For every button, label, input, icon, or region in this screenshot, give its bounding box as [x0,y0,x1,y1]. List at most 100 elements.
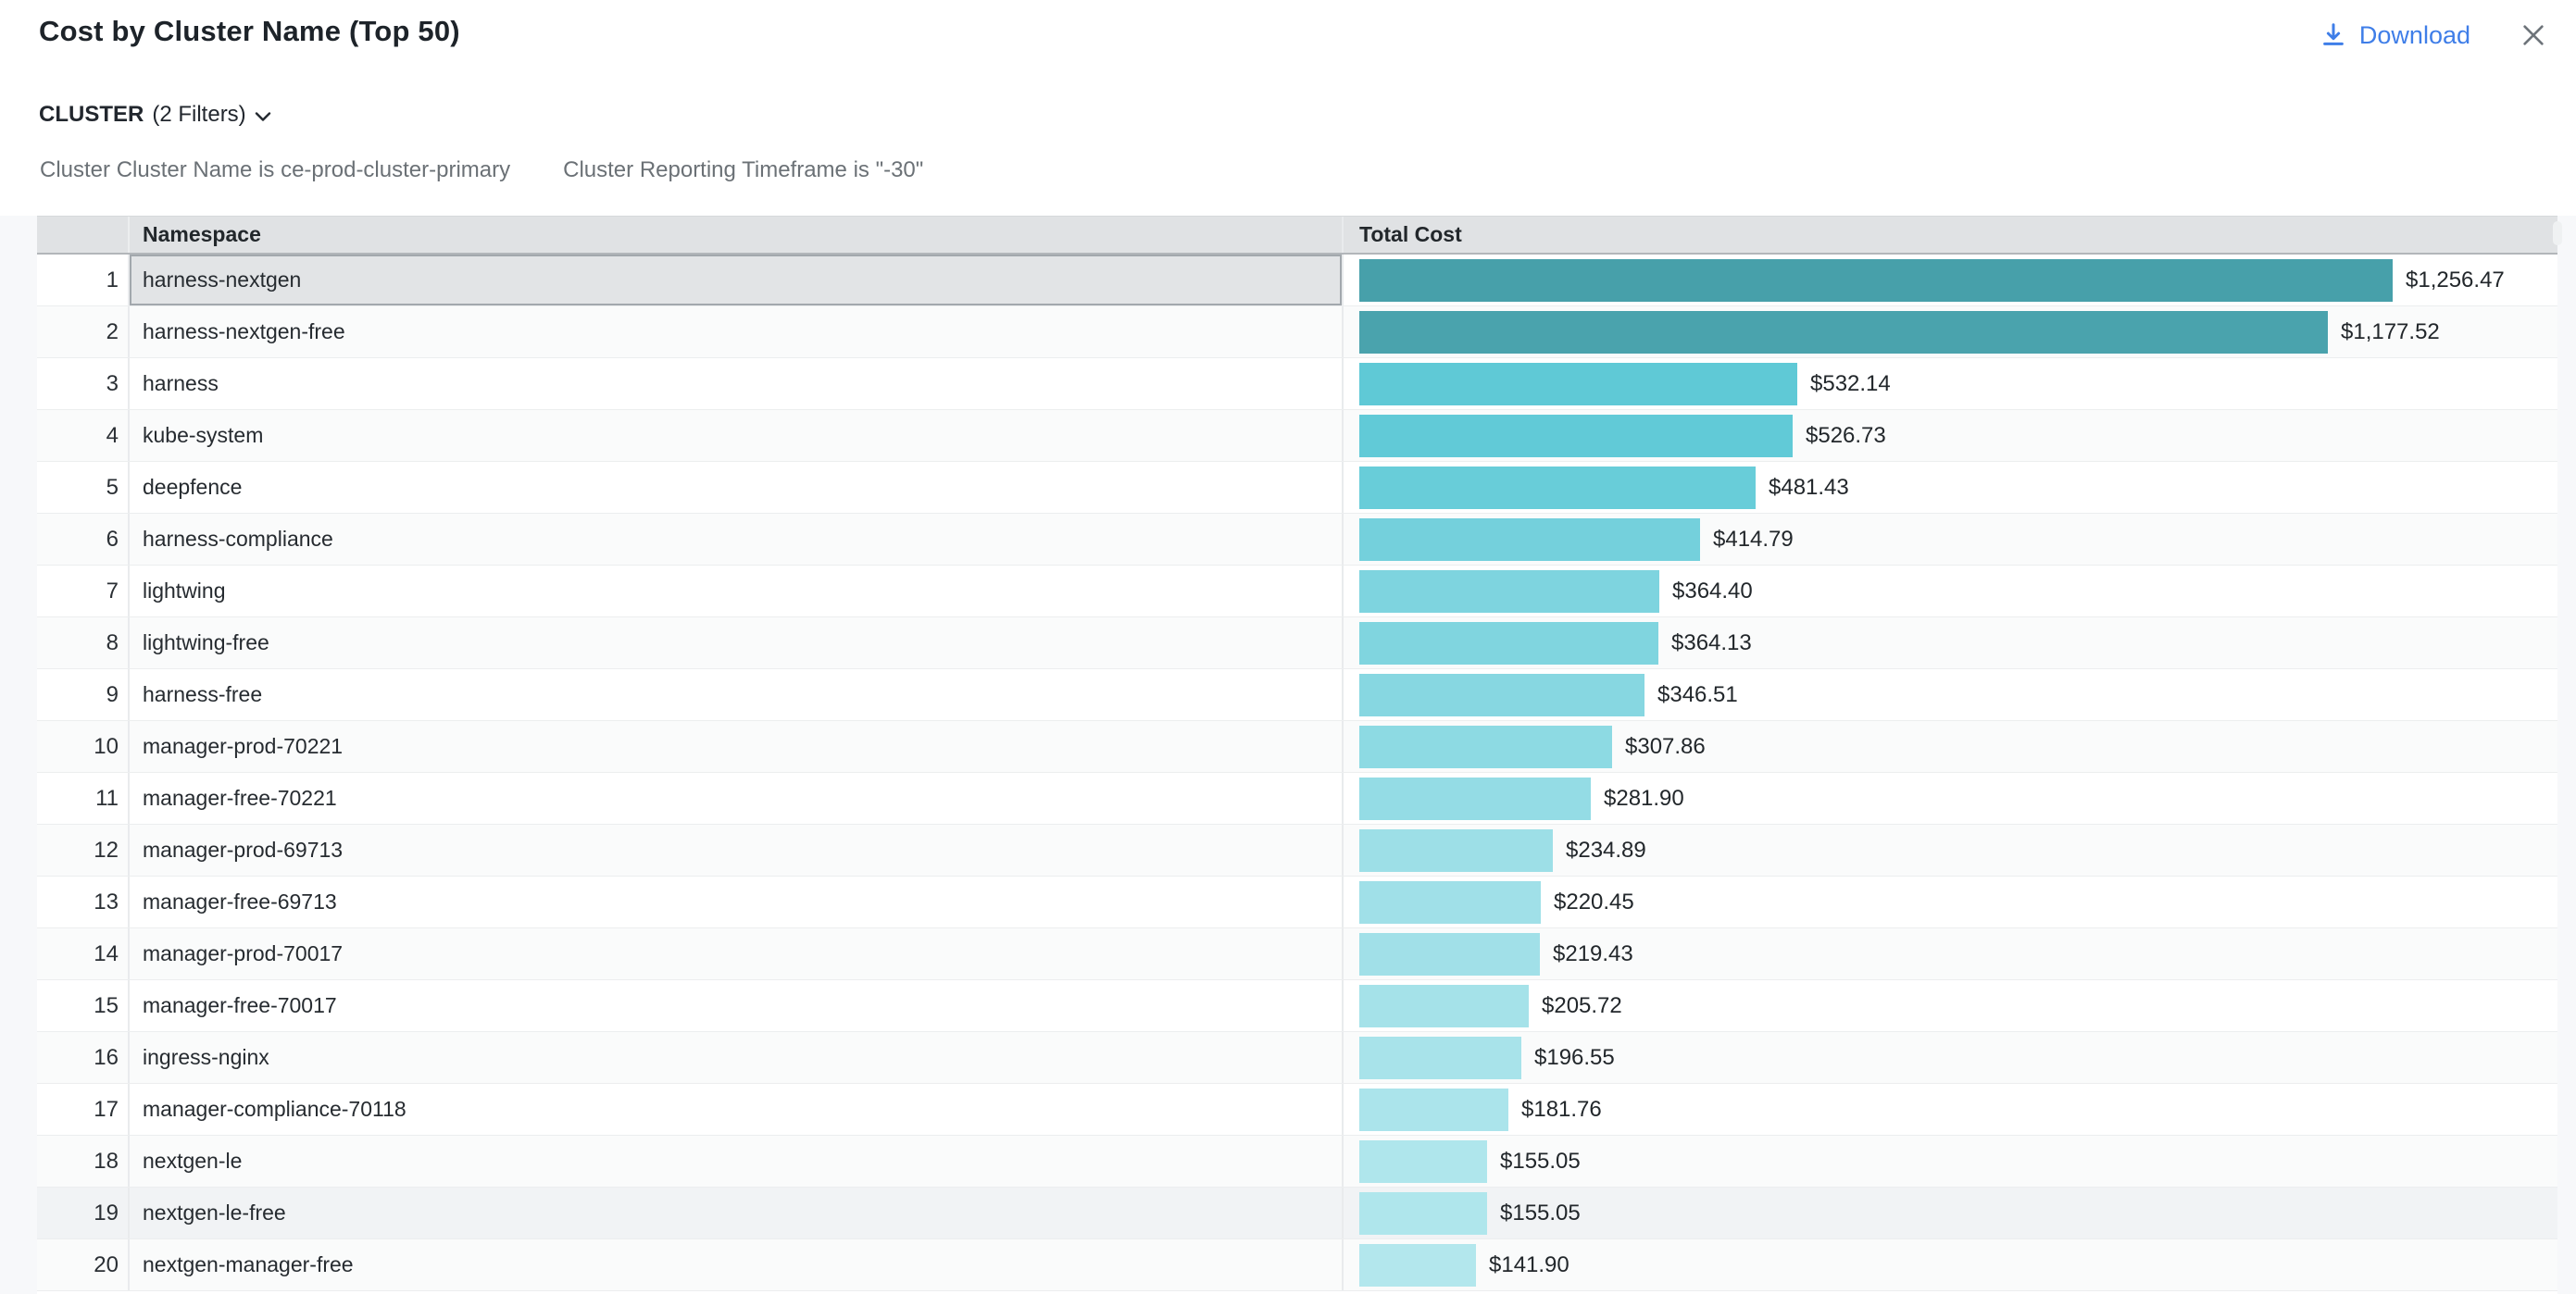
row-number-cell[interactable]: 17 [37,1084,130,1135]
cost-bar[interactable] [1359,518,1700,561]
total-cost-cell[interactable]: $481.43 [1344,462,2556,513]
cost-bar[interactable] [1359,1037,1521,1079]
namespace-cell[interactable]: nextgen-le [130,1136,1344,1187]
cost-bar[interactable] [1359,726,1612,768]
row-number-cell[interactable]: 1 [37,255,130,305]
close-button[interactable] [2519,20,2548,50]
cost-bar[interactable] [1359,259,2393,302]
row-number-cell[interactable]: 15 [37,980,130,1031]
row-number-cell[interactable]: 4 [37,410,130,461]
table-row[interactable]: 16 ingress-nginx $196.55 [37,1032,2557,1084]
cost-bar[interactable] [1359,467,1756,509]
namespace-cell[interactable]: harness-nextgen-free [130,306,1344,357]
table-row[interactable]: 6 harness-compliance $414.79 [37,514,2557,566]
total-cost-cell[interactable]: $364.40 [1344,566,2556,616]
total-cost-cell[interactable]: $205.72 [1344,980,2556,1031]
row-number-cell[interactable]: 13 [37,877,130,927]
cost-bar[interactable] [1359,674,1644,716]
table-row[interactable]: 1 harness-nextgen $1,256.47 [37,255,2557,306]
cost-bar[interactable] [1359,778,1591,820]
table-row[interactable]: 13 manager-free-69713 $220.45 [37,877,2557,928]
cost-bar[interactable] [1359,933,1540,976]
namespace-cell[interactable]: deepfence [130,462,1344,513]
row-number-cell[interactable]: 12 [37,825,130,876]
namespace-cell[interactable]: manager-free-69713 [130,877,1344,927]
table-row[interactable]: 9 harness-free $346.51 [37,669,2557,721]
row-number-cell[interactable]: 18 [37,1136,130,1187]
cost-bar[interactable] [1359,570,1659,613]
table-row[interactable]: 2 harness-nextgen-free $1,177.52 [37,306,2557,358]
namespace-cell[interactable]: harness-nextgen [130,255,1344,305]
namespace-cell[interactable]: kube-system [130,410,1344,461]
namespace-cell[interactable]: manager-free-70017 [130,980,1344,1031]
total-cost-cell[interactable]: $532.14 [1344,358,2556,409]
row-number-cell[interactable]: 10 [37,721,130,772]
total-cost-cell[interactable]: $364.13 [1344,617,2556,668]
download-button[interactable]: Download [2320,21,2470,50]
namespace-cell[interactable]: lightwing [130,566,1344,616]
cost-bar[interactable] [1359,311,2328,354]
table-row[interactable]: 8 lightwing-free $364.13 [37,617,2557,669]
cost-bar[interactable] [1359,363,1797,405]
table-row[interactable]: 10 manager-prod-70221 $307.86 [37,721,2557,773]
namespace-cell[interactable]: harness-compliance [130,514,1344,565]
cluster-filter-toggle[interactable]: CLUSTER (2 Filters) [39,102,271,128]
table-row[interactable]: 12 manager-prod-69713 $234.89 [37,825,2557,877]
table-row[interactable]: 17 manager-compliance-70118 $181.76 [37,1084,2557,1136]
total-cost-cell[interactable]: $181.76 [1344,1084,2556,1135]
cost-bar[interactable] [1359,985,1529,1027]
total-cost-cell[interactable]: $155.05 [1344,1136,2556,1187]
scrollbar-thumb[interactable] [2553,221,2562,245]
table-row[interactable]: 14 manager-prod-70017 $219.43 [37,928,2557,980]
row-number-cell[interactable]: 9 [37,669,130,720]
table-row[interactable]: 20 nextgen-manager-free $141.90 [37,1239,2557,1291]
total-cost-cell[interactable]: $219.43 [1344,928,2556,979]
total-cost-cell[interactable]: $155.05 [1344,1188,2556,1238]
total-cost-cell[interactable]: $1,177.52 [1344,306,2556,357]
cost-bar[interactable] [1359,1244,1476,1287]
row-number-cell[interactable]: 8 [37,617,130,668]
cost-bar[interactable] [1359,1089,1508,1131]
cost-bar[interactable] [1359,1192,1487,1235]
table-row[interactable]: 18 nextgen-le $155.05 [37,1136,2557,1188]
namespace-cell[interactable]: nextgen-manager-free [130,1239,1344,1290]
namespace-cell[interactable]: harness [130,358,1344,409]
header-cell-total-cost[interactable]: Total Cost [1344,217,2556,253]
total-cost-cell[interactable]: $526.73 [1344,410,2556,461]
namespace-cell[interactable]: manager-free-70221 [130,773,1344,824]
cost-bar[interactable] [1359,622,1658,665]
total-cost-cell[interactable]: $196.55 [1344,1032,2556,1083]
namespace-cell[interactable]: manager-prod-69713 [130,825,1344,876]
total-cost-cell[interactable]: $1,256.47 [1344,255,2556,305]
table-row[interactable]: 5 deepfence $481.43 [37,462,2557,514]
total-cost-cell[interactable]: $307.86 [1344,721,2556,772]
total-cost-cell[interactable]: $220.45 [1344,877,2556,927]
row-number-cell[interactable]: 11 [37,773,130,824]
total-cost-cell[interactable]: $346.51 [1344,669,2556,720]
namespace-cell[interactable]: manager-compliance-70118 [130,1084,1344,1135]
table-row[interactable]: 19 nextgen-le-free $155.05 [37,1188,2557,1239]
header-cell-namespace[interactable]: Namespace [130,217,1344,253]
table-row[interactable]: 15 manager-free-70017 $205.72 [37,980,2557,1032]
row-number-cell[interactable]: 20 [37,1239,130,1290]
header-cell-index[interactable] [37,217,130,253]
namespace-cell[interactable]: harness-free [130,669,1344,720]
cost-bar[interactable] [1359,415,1793,457]
table-row[interactable]: 11 manager-free-70221 $281.90 [37,773,2557,825]
total-cost-cell[interactable]: $141.90 [1344,1239,2556,1290]
row-number-cell[interactable]: 16 [37,1032,130,1083]
row-number-cell[interactable]: 19 [37,1188,130,1238]
table-row[interactable]: 3 harness $532.14 [37,358,2557,410]
namespace-cell[interactable]: ingress-nginx [130,1032,1344,1083]
cost-bar[interactable] [1359,881,1541,924]
cost-bar[interactable] [1359,829,1553,872]
namespace-cell[interactable]: manager-prod-70017 [130,928,1344,979]
row-number-cell[interactable]: 3 [37,358,130,409]
namespace-cell[interactable]: nextgen-le-free [130,1188,1344,1238]
table-row[interactable]: 7 lightwing $364.40 [37,566,2557,617]
total-cost-cell[interactable]: $234.89 [1344,825,2556,876]
namespace-cell[interactable]: lightwing-free [130,617,1344,668]
total-cost-cell[interactable]: $281.90 [1344,773,2556,824]
table-row[interactable]: 4 kube-system $526.73 [37,410,2557,462]
row-number-cell[interactable]: 7 [37,566,130,616]
